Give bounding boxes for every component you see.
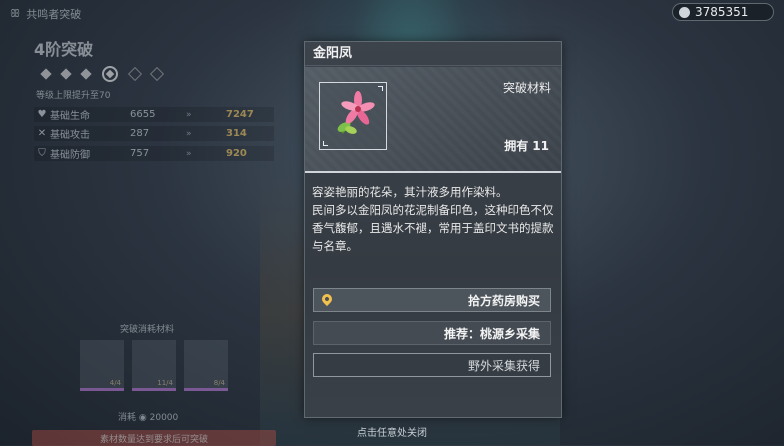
stat-row-atk: ✕ 基础攻击 287 » 314 [34,126,274,141]
top-bar: ꕥ 共鸣者突破 [10,6,81,22]
shop-purchase-button[interactable]: 拾方药房购买 [313,288,551,312]
breakthrough-panel: ꕥ 共鸣者突破 4阶突破 等级上限提升至70 ♥ 基础生命 6655 » 724… [0,0,290,446]
item-header: 突破材料 拥有 11 [305,67,561,173]
materials-label: 突破消耗材料 [120,325,175,335]
stat-row-def: ⛉ 基础防御 757 » 920 [34,146,274,161]
page-title: 共鸣者突破 [26,8,82,21]
item-detail-popup: 金阳凤 突破材料 拥有 11 容姿艳丽的花朵，其汁液多用作染料。 民间多以金阳凤… [304,41,562,418]
recommend-source-button[interactable]: 推荐：桃源乡采集 [313,321,551,345]
arrow-icon: » [186,148,192,159]
rank-title: 4阶突破 [34,40,94,59]
rank-diamond-icon [60,68,72,80]
rank-diamond-icon [40,68,52,80]
rank-diamond-empty-icon [127,66,143,82]
cost-line: 消耗 ◉ 20000 [118,413,179,423]
location-pin-icon [319,291,335,307]
item-name: 金阳凤 [305,42,561,66]
rank-diamond-icon [80,68,92,80]
currency-counter: 3785351 [672,3,774,21]
wild-gather-button[interactable]: 野外采集获得 [313,353,551,377]
stat-row-hp: ♥ 基础生命 6655 » 7247 [34,107,274,122]
owned-count: 拥有 11 [504,139,549,153]
close-hint[interactable]: 点击任意处关闭 [0,424,784,439]
material-slot[interactable]: 8/4 [184,340,228,391]
breakthrough-icon: ꕥ [10,7,21,20]
coin-amount: 3785351 [695,5,749,19]
atk-icon: ✕ [37,128,47,139]
item-category: 突破材料 [502,81,551,95]
hp-icon: ♥ [37,109,47,120]
item-icon-frame [319,82,387,150]
rank-indicators [40,66,165,82]
flower-icon [337,91,375,134]
material-slot[interactable]: 11/4 [132,340,176,391]
item-description: 容姿艳丽的花朵，其汁液多用作染料。 民间多以金阳凤的花泥制备印色，这种印色不仅香… [312,185,554,253]
rank-diamond-empty-icon [149,66,165,82]
material-slot[interactable]: 4/4 [80,340,124,391]
arrow-icon: » [186,128,192,139]
coin-icon [679,6,690,18]
coin-small-icon: ◉ [138,413,147,423]
current-rank-icon [102,66,118,82]
level-cap-text: 等级上限提升至70 [36,91,111,101]
arrow-icon: » [186,109,192,120]
def-icon: ⛉ [38,148,46,159]
